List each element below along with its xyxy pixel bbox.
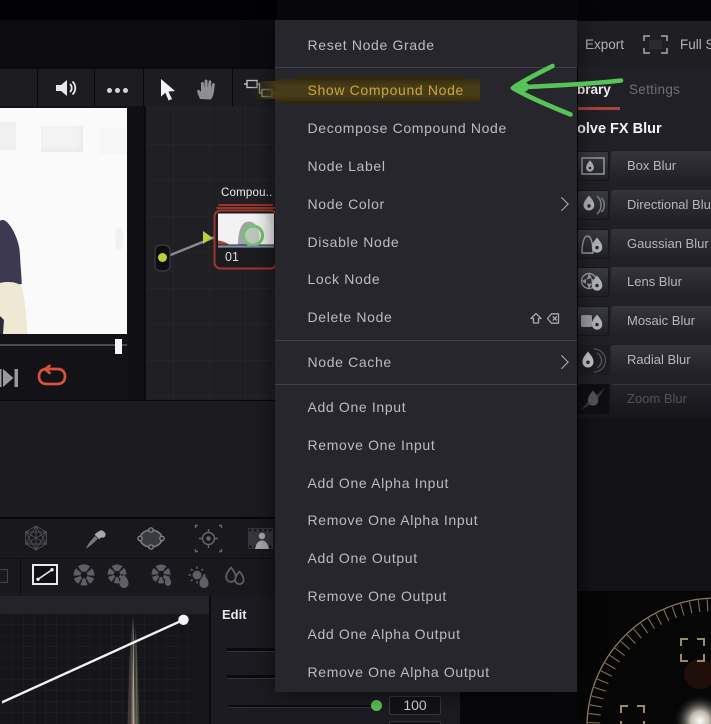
svg-text:01: 01 bbox=[225, 250, 239, 264]
